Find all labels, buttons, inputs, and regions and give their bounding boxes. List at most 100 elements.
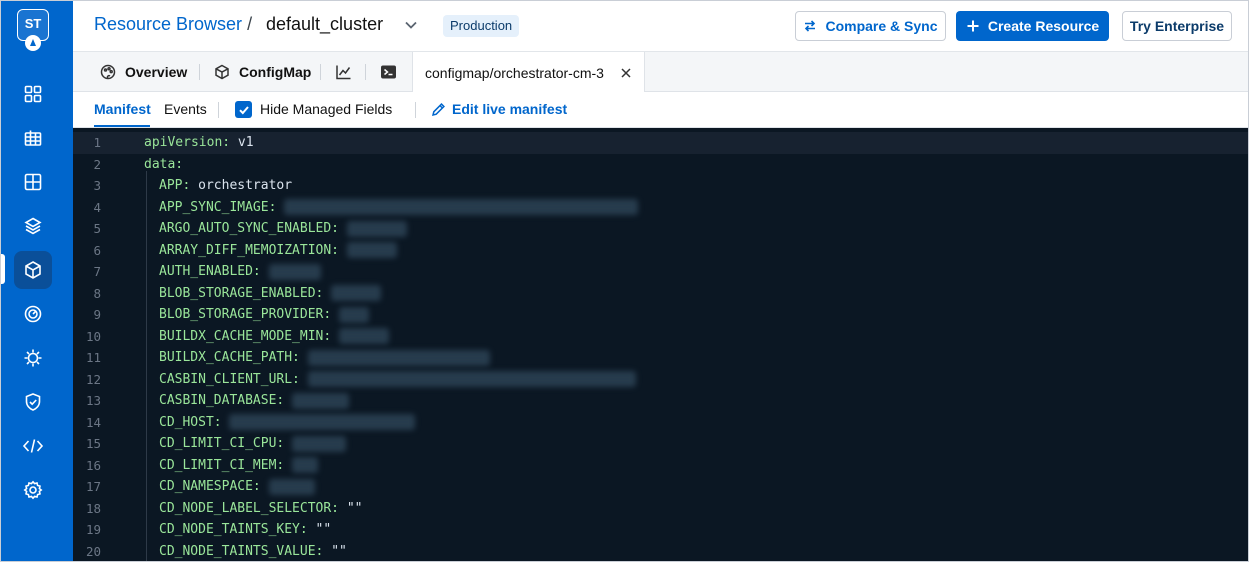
code-line: 19 CD_NODE_TAINTS_KEY: "" [73, 519, 1248, 541]
sidebar-item-applications[interactable] [14, 119, 52, 157]
sidebar-item-settings[interactable] [14, 471, 52, 509]
code-line: 7 AUTH_ENABLED: [73, 261, 1248, 283]
redacted-value [292, 457, 319, 473]
code-text: CD_NODE_TAINTS_VALUE: "" [159, 541, 347, 562]
shield-check-icon [25, 393, 41, 411]
yaml-key: BLOB_STORAGE_PROVIDER: [159, 307, 332, 322]
sidebar-item-security[interactable] [14, 383, 52, 421]
compare-sync-label: Compare & Sync [825, 18, 938, 34]
tab-events[interactable]: Events [164, 101, 207, 117]
edit-live-manifest-button[interactable]: Edit live manifest [452, 101, 567, 117]
yaml-value: v1 [237, 135, 254, 150]
tab-configmap-label: ConfigMap [239, 64, 312, 80]
breadcrumb: Resource Browser / [94, 14, 255, 35]
plus-icon [967, 20, 979, 32]
tab-manifest[interactable]: Manifest [94, 101, 151, 117]
code-text: BLOB_STORAGE_ENABLED: [159, 283, 382, 305]
gear-icon [23, 480, 43, 500]
tab-overview[interactable]: Overview [100, 52, 187, 92]
create-resource-button[interactable]: Create Resource [956, 11, 1109, 41]
yaml-value: "" [315, 522, 332, 537]
sidebar-item-deployments[interactable] [14, 295, 52, 333]
target-icon [24, 305, 42, 323]
yaml-key: CD_HOST: [159, 414, 222, 430]
code-line: 4 APP_SYNC_IMAGE: [73, 197, 1248, 219]
line-number: 9 [93, 307, 101, 322]
line-chart-icon [336, 65, 351, 80]
sidebar-item-overview[interactable] [14, 75, 52, 113]
yaml-key: CD_NODE_TAINTS_KEY: [159, 522, 308, 537]
close-icon[interactable] [620, 67, 632, 79]
code-text: apiVersion: v1 [144, 132, 254, 154]
yaml-key: data: [144, 156, 184, 172]
line-number: 17 [85, 479, 101, 494]
code-text: CASBIN_CLIENT_URL: [159, 369, 636, 391]
active-tab-underline [94, 125, 150, 127]
table-grid-icon [24, 130, 42, 146]
sidebar-item-code[interactable] [14, 427, 52, 465]
tab-overview-label: Overview [125, 64, 188, 80]
line-number: 19 [85, 522, 101, 537]
code-line: 11 BUILDX_CACHE_PATH: [73, 347, 1248, 369]
sidebar-item-app-groups[interactable] [14, 163, 52, 201]
tab-configmap-orchestrator[interactable]: configmap/orchestrator-cm-3 [412, 52, 645, 93]
manifest-toolbar: Manifest Events Hide Managed Fields Edit… [73, 92, 1248, 128]
redacted-value [229, 414, 416, 430]
line-number: 7 [93, 264, 101, 279]
code-text: CASBIN_DATABASE: [159, 390, 350, 412]
code-line: 10 BUILDX_CACHE_MODE_MIN: [73, 326, 1248, 348]
code-line: 5 ARGO_AUTO_SYNC_ENABLED: [73, 218, 1248, 240]
redacted-value [307, 349, 490, 366]
code-line: 3 APP: orchestrator [73, 175, 1248, 197]
tab-terminal[interactable] [380, 52, 397, 92]
cluster-name[interactable]: default_cluster [266, 14, 383, 35]
line-number: 2 [93, 156, 101, 172]
yaml-key: CD_NODE_LABEL_SELECTOR: [159, 500, 340, 516]
code-line: 9 BLOB_STORAGE_PROVIDER: [73, 304, 1248, 326]
yaml-key: CD_NODE_TAINTS_VALUE: [159, 543, 324, 559]
code-text: CD_LIMIT_CI_CPU: [159, 433, 347, 455]
sidebar-item-resource-browser[interactable] [14, 251, 52, 289]
hide-managed-fields-checkbox[interactable] [235, 101, 252, 118]
code-text: APP: orchestrator [159, 175, 292, 197]
line-number: 4 [93, 199, 101, 215]
code-editor[interactable]: 1 apiVersion: v1 2 data: 3 APP: orchestrator… [73, 128, 1248, 561]
org-logo-text: ST [24, 16, 42, 31]
sidebar: ST [1, 1, 73, 561]
yaml-key: CASBIN_DATABASE: [159, 393, 285, 408]
yaml-key: ARRAY_DIFF_MEMOIZATION: [159, 242, 340, 258]
code-line: 20 CD_NODE_TAINTS_VALUE: "" [73, 541, 1248, 562]
chevron-down-icon[interactable] [404, 18, 418, 32]
code-text: ARRAY_DIFF_MEMOIZATION: [159, 240, 397, 262]
yaml-value: "" [331, 543, 347, 559]
breadcrumb-resource-browser[interactable]: Resource Browser [94, 14, 242, 34]
compare-sync-button[interactable]: Compare & Sync [795, 11, 946, 41]
line-number: 1 [93, 135, 101, 150]
active-indicator [1, 254, 5, 284]
active-tab-label: configmap/orchestrator-cm-3 [425, 64, 604, 81]
yaml-key: BUILDX_CACHE_MODE_MIN: [159, 328, 332, 344]
line-number: 20 [85, 543, 101, 559]
line-number: 15 [85, 436, 101, 451]
yaml-key: APP: [159, 178, 191, 193]
tab-monitoring[interactable] [335, 52, 352, 92]
code-line: 17 CD_NAMESPACE: [73, 476, 1248, 498]
code-text: BUILDX_CACHE_PATH: [159, 347, 490, 369]
sidebar-item-charts[interactable] [14, 207, 52, 245]
line-number: 3 [93, 178, 101, 193]
redacted-value [346, 220, 407, 237]
yaml-value: orchestrator [198, 178, 293, 193]
tab-divider [365, 64, 366, 80]
yaml-key: AUTH_ENABLED: [159, 264, 261, 279]
stack-layers-icon [24, 217, 42, 235]
line-number: 13 [85, 393, 101, 408]
code-line: 12 CASBIN_CLIENT_URL: [73, 369, 1248, 391]
redacted-value [284, 199, 639, 215]
resource-tabs: Overview ConfigMap configmap/orchestrato… [73, 52, 1248, 93]
try-enterprise-button[interactable]: Try Enterprise [1122, 11, 1232, 41]
yaml-key: CASBIN_CLIENT_URL: [159, 371, 300, 387]
sidebar-item-releases[interactable] [14, 339, 52, 377]
hide-managed-fields-label[interactable]: Hide Managed Fields [260, 101, 392, 117]
tab-configmap[interactable]: ConfigMap [214, 52, 311, 92]
code-icon [22, 439, 44, 453]
